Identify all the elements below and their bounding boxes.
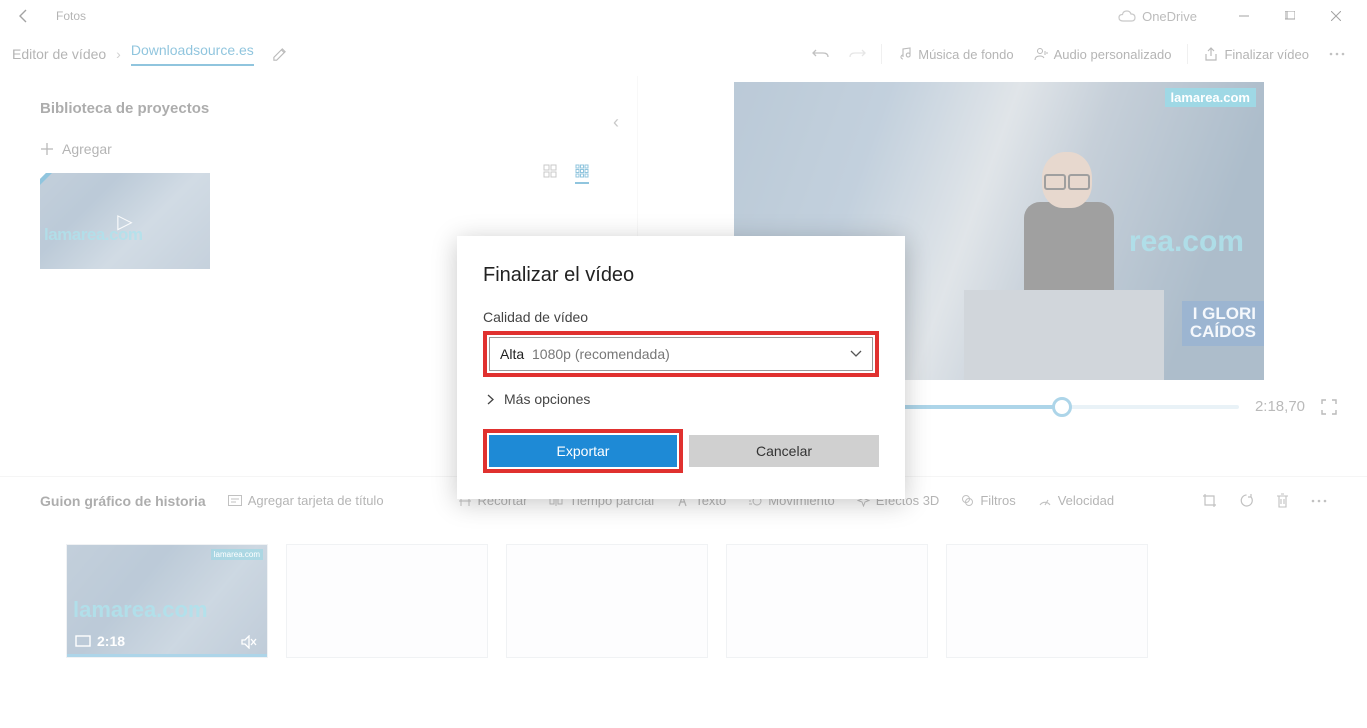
more-options-label: Más opciones	[504, 391, 590, 407]
chevron-right-icon	[487, 394, 494, 405]
chevron-down-icon	[850, 350, 862, 358]
cancel-button[interactable]: Cancelar	[689, 435, 879, 467]
more-options-button[interactable]: Más opciones	[487, 391, 879, 407]
quality-highlight: Alta 1080p (recomendada)	[483, 331, 879, 377]
export-highlight: Exportar	[483, 429, 683, 473]
dialog-buttons: Exportar Cancelar	[483, 429, 879, 473]
export-button[interactable]: Exportar	[489, 435, 677, 467]
cancel-label: Cancelar	[756, 443, 812, 459]
quality-value: Alta 1080p (recomendada)	[500, 346, 670, 362]
finish-video-dialog: Finalizar el vídeo Calidad de vídeo Alta…	[457, 236, 905, 499]
quality-dropdown[interactable]: Alta 1080p (recomendada)	[489, 337, 873, 371]
dialog-title: Finalizar el vídeo	[483, 264, 879, 287]
export-label: Exportar	[557, 443, 610, 459]
quality-label: Calidad de vídeo	[483, 309, 879, 325]
